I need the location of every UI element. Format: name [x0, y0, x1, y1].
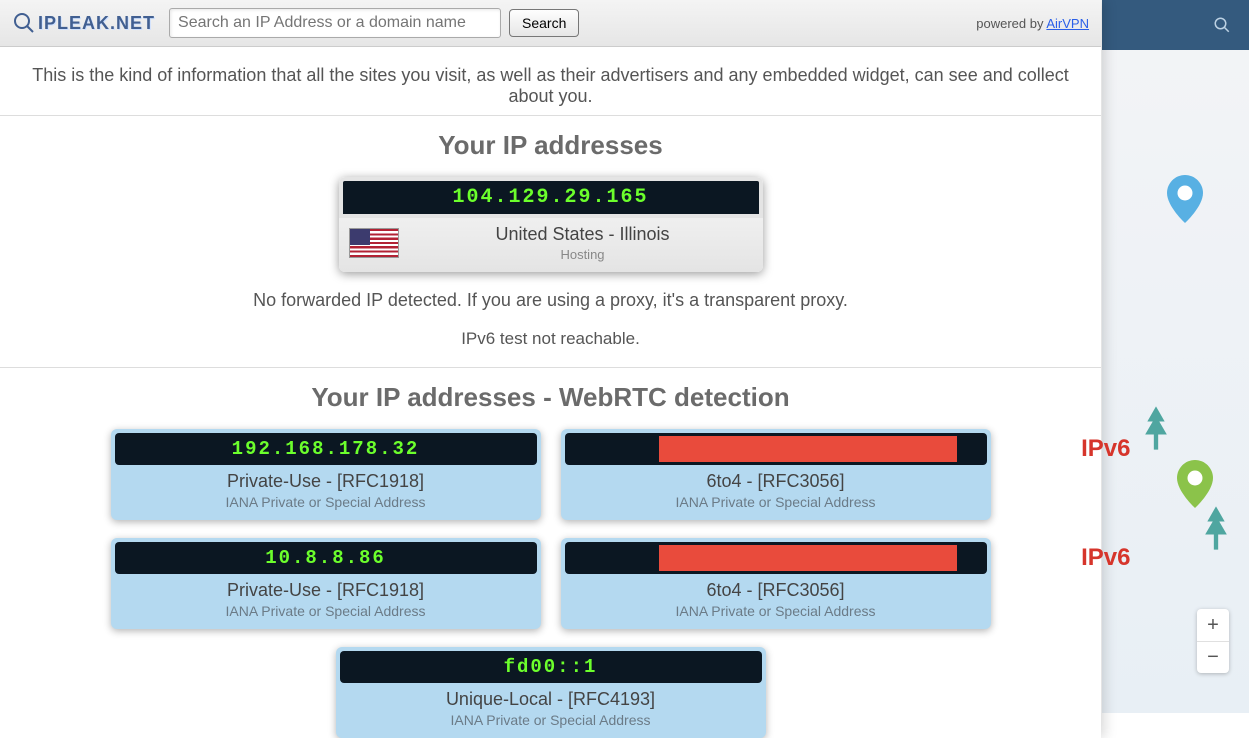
main-ip-address: 104.129.29.165 [339, 177, 763, 218]
webrtc-desc: IANA Private or Special Address [340, 712, 762, 728]
webrtc-ip: 192.168.178.32 [115, 433, 537, 465]
webrtc-desc: IANA Private or Special Address [565, 494, 987, 510]
ip-location: United States - Illinois Hosting [413, 224, 753, 262]
webrtc-ip: 2002: [565, 542, 987, 574]
webrtc-card[interactable]: 2002: 6to4 - [RFC3056] IANA Private or S… [561, 429, 991, 520]
section-title-ip: Your IP addresses [0, 130, 1101, 161]
ipv6-label: IPv6 [1081, 435, 1130, 463]
webrtc-type: 6to4 - [RFC3056] [565, 471, 987, 492]
redacted-block [659, 545, 957, 571]
webrtc-desc: IANA Private or Special Address [115, 494, 537, 510]
map-marker-icon [1176, 460, 1214, 508]
top-bar: IPLEAK.NET Search powered by AirVPN [0, 0, 1101, 47]
webrtc-desc: IANA Private or Special Address [115, 603, 537, 619]
zoom-controls: + − [1197, 609, 1229, 673]
webrtc-ip: fd00::1 [340, 651, 762, 683]
webrtc-card[interactable]: 2002: 6to4 - [RFC3056] IANA Private or S… [561, 538, 991, 629]
main-ip-body: United States - Illinois Hosting [339, 218, 763, 272]
map-top-bar [1102, 0, 1249, 50]
us-flag-icon [349, 228, 399, 258]
webrtc-type: Private-Use - [RFC1918] [115, 471, 537, 492]
webrtc-card[interactable]: 10.8.8.86 Private-Use - [RFC1918] IANA P… [111, 538, 541, 629]
intro-text: This is the kind of information that all… [0, 47, 1101, 116]
magnifier-icon [12, 11, 36, 35]
site-logo[interactable]: IPLEAK.NET [12, 11, 155, 35]
map-marker-icon [1166, 175, 1204, 223]
search-button[interactable]: Search [509, 9, 579, 37]
ipv6-note: IPv6 test not reachable. [0, 329, 1101, 349]
webrtc-type: Unique-Local - [RFC4193] [340, 689, 762, 710]
divider [0, 367, 1101, 368]
tree-icon [1203, 505, 1229, 551]
zoom-out-button[interactable]: − [1197, 641, 1229, 673]
webrtc-grid: 192.168.178.32 Private-Use - [RFC1918] I… [61, 429, 1041, 738]
tree-icon [1143, 405, 1169, 451]
search-icon[interactable] [1213, 16, 1231, 34]
powered-text: powered by [976, 16, 1046, 31]
webrtc-card[interactable]: 192.168.178.32 Private-Use - [RFC1918] I… [111, 429, 541, 520]
webrtc-type: 6to4 - [RFC3056] [565, 580, 987, 601]
webrtc-card[interactable]: fd00::1 Unique-Local - [RFC4193] IANA Pr… [336, 647, 766, 738]
ip-hosting-text: Hosting [413, 247, 753, 262]
webrtc-ip: 2002: [565, 433, 987, 465]
airvpn-link[interactable]: AirVPN [1046, 16, 1089, 31]
main-panel: IPLEAK.NET Search powered by AirVPN This… [0, 0, 1101, 738]
webrtc-desc: IANA Private or Special Address [565, 603, 987, 619]
webrtc-row: 10.8.8.86 Private-Use - [RFC1918] IANA P… [61, 538, 1041, 629]
webrtc-row: fd00::1 Unique-Local - [RFC4193] IANA Pr… [61, 647, 1041, 738]
main-ip-card[interactable]: 104.129.29.165 United States - Illinois … [339, 177, 763, 272]
logo-text: IPLEAK.NET [38, 13, 155, 34]
webrtc-type: Private-Use - [RFC1918] [115, 580, 537, 601]
ipv6-label: IPv6 [1081, 544, 1130, 572]
proxy-note: No forwarded IP detected. If you are usi… [0, 290, 1101, 311]
zoom-in-button[interactable]: + [1197, 609, 1229, 641]
search-input[interactable] [169, 8, 501, 38]
powered-by: powered by AirVPN [976, 16, 1089, 31]
webrtc-row: 192.168.178.32 Private-Use - [RFC1918] I… [61, 429, 1041, 520]
ip-location-text: United States - Illinois [413, 224, 753, 245]
map-background[interactable] [1102, 0, 1249, 713]
webrtc-ip: 10.8.8.86 [115, 542, 537, 574]
redacted-block [659, 436, 957, 462]
section-title-webrtc: Your IP addresses - WebRTC detection [0, 382, 1101, 413]
